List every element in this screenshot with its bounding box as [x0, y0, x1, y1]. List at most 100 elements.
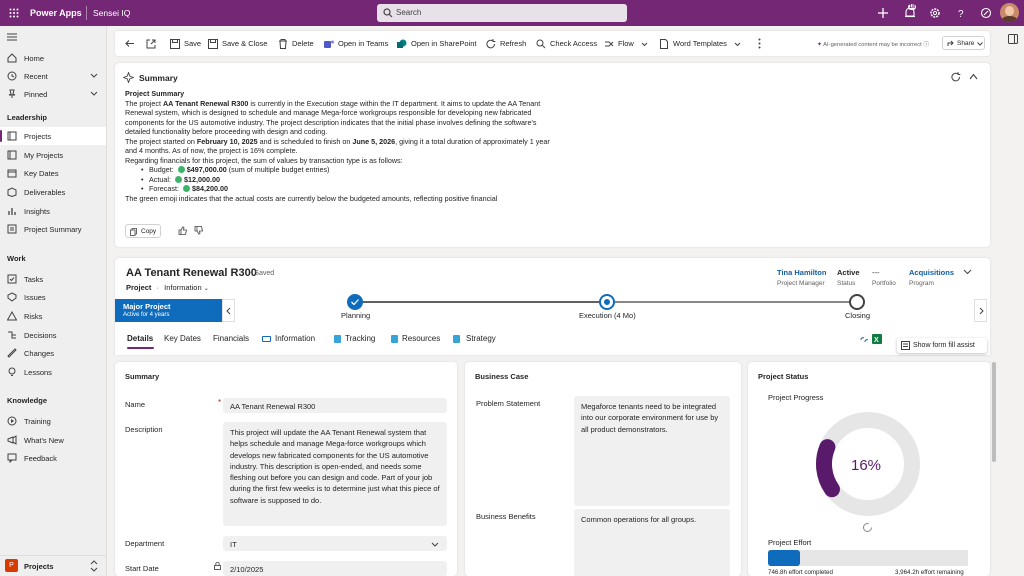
tab-financials[interactable]: Financials: [213, 334, 249, 343]
form-selector[interactable]: Information: [164, 283, 202, 292]
sidebar-item-training[interactable]: Training: [0, 412, 106, 430]
copy-button[interactable]: Copy: [125, 224, 161, 238]
tab-strategy[interactable]: Strategy: [466, 334, 496, 343]
feedback-icon: [7, 453, 17, 463]
header-field-project-manager[interactable]: Tina Hamilton Project Manager: [777, 268, 826, 287]
info-icon[interactable]: ⓘ: [923, 42, 929, 48]
sidebar-item-label: Pinned: [24, 90, 48, 99]
help-icon[interactable]: ?: [955, 7, 967, 19]
chevron-down-icon: [90, 73, 98, 78]
deliverables-icon: [7, 187, 17, 197]
sidebar-item-label: Risks: [24, 312, 43, 321]
tab-key-dates[interactable]: Key Dates: [164, 334, 201, 343]
notifications-button[interactable]: 18: [903, 4, 917, 20]
chevron-down-icon[interactable]: ⌄: [204, 286, 209, 292]
description-field[interactable]: This project will update the AA Tenant R…: [223, 422, 447, 526]
actual-value: $12,000.00: [183, 174, 220, 184]
chevron-down-icon: [734, 42, 741, 47]
user-avatar[interactable]: [1000, 3, 1019, 22]
form-fill-label: Show form fill assist: [913, 342, 975, 349]
tracking-tab-icon: [334, 335, 341, 343]
bpf-next-button[interactable]: [974, 299, 987, 322]
stage-label-closing: Closing: [845, 311, 871, 320]
form-fill-assist-button[interactable]: Show form fill assist: [897, 338, 987, 353]
section-title: Business Case: [475, 372, 529, 381]
tab-tracking[interactable]: Tracking: [345, 334, 375, 343]
thumbs-down-icon[interactable]: [194, 226, 203, 235]
portfolio-label: Portfolio: [872, 280, 896, 287]
gear-icon[interactable]: [929, 7, 941, 19]
bpf-prev-button[interactable]: [222, 299, 235, 322]
program-value[interactable]: Acquisitions: [909, 268, 954, 277]
chevron-down-icon[interactable]: [963, 269, 972, 275]
tab-resources[interactable]: Resources: [402, 334, 440, 343]
my-projects-icon: [7, 150, 17, 160]
record-title: AA Tenant Renewal R300: [126, 267, 257, 279]
resources-tab-icon: [391, 335, 398, 343]
sidebar-item-label: My Projects: [24, 151, 64, 160]
sidebar-item-deliverables[interactable]: Deliverables: [0, 183, 106, 201]
sidebar-item-recent[interactable]: Recent: [0, 67, 106, 85]
project-status-section: Project Status Project Progress 16% Proj…: [748, 362, 990, 576]
share-button[interactable]: Share: [942, 36, 985, 50]
tab-details[interactable]: Details: [127, 334, 153, 343]
text: The project: [125, 98, 163, 108]
megaphone-icon: [7, 435, 17, 445]
text: (sum of multiple budget entries): [228, 165, 330, 174]
environment-name[interactable]: Sensei IQ: [93, 8, 130, 18]
stage-planning-marker[interactable]: [347, 294, 363, 310]
project-manager-value[interactable]: Tina Hamilton: [777, 268, 826, 277]
hamburger-icon[interactable]: [7, 33, 17, 41]
refresh-icon[interactable]: [951, 72, 961, 82]
thumbs-up-icon[interactable]: [178, 226, 187, 235]
sidebar-item-projects[interactable]: Projects: [0, 127, 106, 145]
flow-icon: [605, 41, 614, 47]
search-box[interactable]: Search: [377, 4, 627, 22]
link-icon[interactable]: [860, 336, 869, 344]
sidebar-item-key-dates[interactable]: Key Dates: [0, 164, 106, 182]
problem-statement-field[interactable]: Megaforce tenants need to be integrated …: [574, 396, 730, 506]
sidebar-item-home[interactable]: Home: [0, 49, 106, 67]
sidebar-item-risks[interactable]: Risks: [0, 307, 106, 325]
summary-paragraph-2: The project started on February 10, 2025…: [125, 137, 555, 156]
side-pane-icon[interactable]: [1008, 34, 1018, 44]
checkmark-icon: [351, 299, 359, 305]
app-name[interactable]: Power Apps: [30, 8, 82, 18]
app-launcher-icon[interactable]: [9, 8, 19, 18]
sidebar-item-lessons[interactable]: Lessons: [0, 363, 106, 381]
sidebar-item-whats-new[interactable]: What's New: [0, 431, 106, 449]
document-icon: [660, 39, 668, 49]
tab-information[interactable]: Information: [275, 334, 315, 343]
sidebar-item-tasks[interactable]: Tasks: [0, 270, 106, 288]
chevron-up-icon[interactable]: [969, 73, 978, 80]
stage-execution-marker[interactable]: [599, 294, 615, 310]
projects-icon: [7, 131, 17, 141]
text: Budget:: [149, 165, 174, 174]
effort-progress-bar: [768, 550, 968, 566]
sidebar-item-pinned[interactable]: Pinned: [0, 85, 106, 103]
add-icon[interactable]: [877, 7, 889, 19]
sidebar-item-project-summary[interactable]: Project Summary: [0, 220, 106, 238]
sidebar-item-changes[interactable]: Changes: [0, 344, 106, 362]
header-field-program[interactable]: Acquisitions Program: [909, 268, 954, 287]
sidebar-item-my-projects[interactable]: My Projects: [0, 146, 106, 164]
copilot-icon[interactable]: [980, 7, 992, 19]
bpf-active-process[interactable]: Major Project Active for 4 years: [115, 299, 222, 322]
open-new-window-icon[interactable]: [146, 39, 156, 49]
form-scrollbar[interactable]: [991, 362, 997, 576]
more-commands-icon[interactable]: [758, 38, 761, 49]
business-benefits-field[interactable]: Common operations for all groups.: [574, 509, 730, 576]
sidebar-item-feedback[interactable]: Feedback: [0, 449, 106, 467]
text: Actual:: [149, 174, 171, 184]
sidebar-item-decisions[interactable]: Decisions: [0, 326, 106, 344]
name-field[interactable]: AA Tenant Renewal R300: [223, 398, 447, 413]
excel-icon[interactable]: X: [872, 333, 882, 345]
department-select[interactable]: IT: [223, 536, 447, 551]
sidebar-item-insights[interactable]: Insights: [0, 202, 106, 220]
area-switcher[interactable]: P Projects: [0, 555, 106, 575]
scrollbar-thumb[interactable]: [992, 362, 996, 462]
back-arrow-icon[interactable]: [125, 39, 135, 48]
sidebar-item-issues[interactable]: Issues: [0, 288, 106, 306]
stage-closing-marker[interactable]: [849, 294, 865, 310]
donut-progress-arc: [816, 439, 840, 498]
